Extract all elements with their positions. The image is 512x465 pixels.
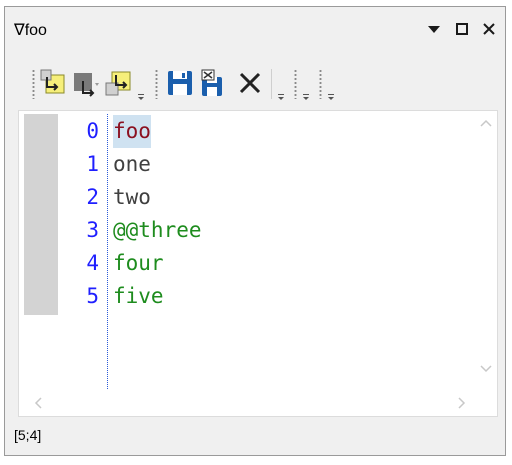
chevron-down-icon[interactable]	[136, 89, 146, 100]
code-editor[interactable]: 0 foo 1 one 2 two 3 @@three 4 four 5 fiv…	[18, 110, 498, 417]
line-text[interactable]: one	[113, 148, 151, 181]
line-number: 5	[86, 284, 99, 308]
toolbar-grip[interactable]	[294, 69, 297, 99]
insert-line-gray-icon[interactable]	[71, 67, 101, 99]
editor-window: ∇foo 0 foo 1 one 2 two 3 @@three 4 four …	[4, 6, 506, 456]
toolbar-grip[interactable]	[319, 69, 322, 99]
toolbar-grip[interactable]	[155, 69, 158, 99]
cursor-position: [5;4]	[14, 427, 42, 443]
insert-line-yellow-2-icon[interactable]	[104, 67, 134, 99]
line-text[interactable]: @@three	[113, 214, 202, 247]
line-text[interactable]: two	[113, 181, 151, 214]
toolbar-separator	[271, 69, 272, 99]
delete-x-icon[interactable]	[235, 67, 265, 99]
line-number: 1	[86, 152, 99, 176]
line-number: 2	[86, 185, 99, 209]
triangle-down-icon[interactable]	[422, 17, 446, 41]
chevron-down-icon[interactable]	[326, 89, 336, 100]
line-number: 4	[86, 251, 99, 275]
insert-line-yellow-icon[interactable]	[38, 67, 68, 99]
toolbar-grip[interactable]	[32, 69, 35, 99]
window-title: ∇foo	[14, 22, 47, 39]
line-text[interactable]: foo	[113, 115, 151, 148]
vertical-scrollbar[interactable]	[475, 111, 497, 389]
line-text[interactable]: five	[113, 280, 164, 313]
status-bar: [5;4]	[5, 417, 505, 455]
toolbar	[5, 61, 505, 105]
title-bar: ∇foo	[5, 7, 505, 51]
save-and-close-icon[interactable]	[199, 67, 229, 99]
save-icon[interactable]	[165, 67, 195, 99]
maximize-icon[interactable]	[450, 17, 474, 41]
horizontal-scrollbar[interactable]	[19, 389, 497, 416]
chevron-down-icon[interactable]	[276, 89, 286, 100]
line-number: 0	[86, 119, 99, 143]
line-text[interactable]: four	[113, 247, 164, 280]
close-icon[interactable]	[477, 17, 501, 41]
chevron-down-icon[interactable]	[301, 89, 311, 100]
line-number: 3	[86, 218, 99, 242]
gutter-divider	[107, 114, 108, 389]
